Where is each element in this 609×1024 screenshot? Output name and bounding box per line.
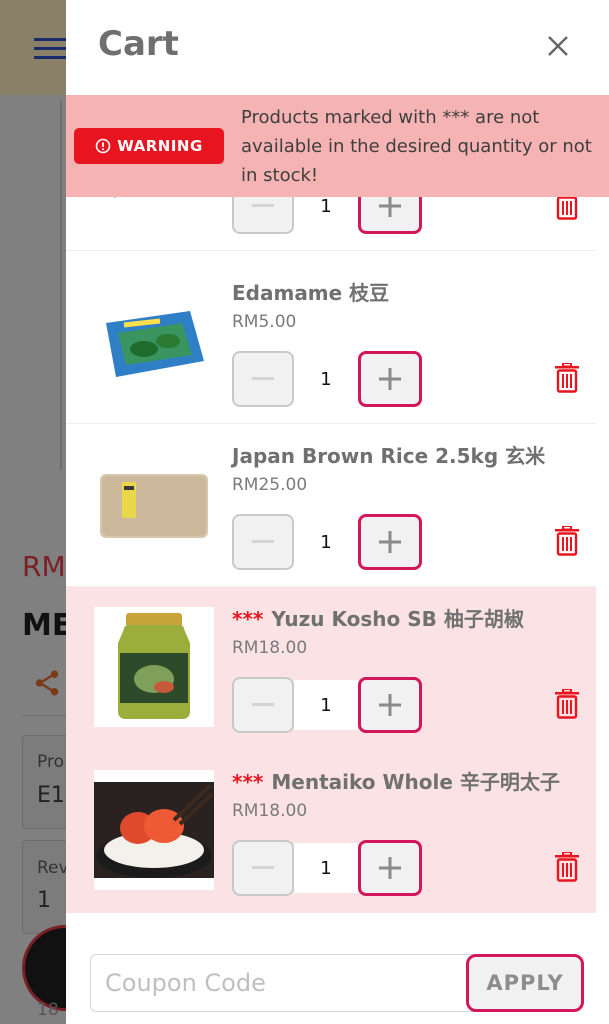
trash-icon[interactable] — [554, 852, 580, 882]
product-price: RM25.00 — [232, 475, 308, 495]
menu-icon — [34, 38, 66, 60]
quantity-stepper: 1 — [232, 840, 422, 896]
quantity-value[interactable]: 1 — [294, 843, 358, 893]
alert-circle-icon — [95, 138, 111, 154]
warning-message: Products marked with *** are not availab… — [241, 107, 592, 186]
background-label: Rev — [37, 858, 69, 878]
increase-qty-button[interactable] — [358, 840, 422, 896]
cart-item-unavailable: *** Yuzu Kosho SB 柚子胡椒 RM18.00 1 — [66, 587, 596, 750]
quantity-value[interactable]: 1 — [294, 517, 358, 567]
close-icon[interactable] — [542, 30, 574, 62]
product-name: *** Mentaiko Whole 辛子明太子 — [232, 766, 560, 795]
quantity-value[interactable]: 1 — [294, 354, 358, 404]
product-image — [94, 607, 214, 727]
background-divider — [22, 715, 72, 716]
share-icon — [35, 670, 59, 696]
background-value: 1 — [37, 888, 51, 913]
decrease-qty-button[interactable] — [232, 840, 294, 896]
quantity-value[interactable]: 1 — [294, 680, 358, 730]
warning-badge-label: WARNING — [117, 137, 203, 155]
product-name-text: Yuzu Kosho SB 柚子胡椒 — [271, 607, 524, 631]
cart-item-unavailable: *** Mentaiko Whole 辛子明太子 RM18.00 1 — [66, 750, 596, 913]
coupon-form: APPLY — [90, 954, 586, 1012]
minus-icon — [252, 703, 274, 706]
background-label: Pro — [37, 752, 64, 772]
quantity-stepper: 1 — [232, 351, 422, 407]
quantity-stepper: 1 — [232, 677, 422, 733]
increase-qty-button[interactable] — [358, 677, 422, 733]
plus-icon — [379, 694, 401, 716]
cart-title: Cart — [98, 24, 179, 64]
cart-header: Cart — [66, 0, 609, 95]
background-price: RM — [22, 550, 66, 583]
product-price: RM18.00 — [232, 638, 308, 658]
increase-qty-button[interactable] — [358, 514, 422, 570]
product-price: RM18.00 — [232, 801, 308, 821]
trash-icon[interactable] — [554, 363, 580, 393]
minus-icon — [252, 866, 274, 869]
product-name: *** Yuzu Kosho SB 柚子胡椒 — [232, 603, 524, 632]
minus-icon — [252, 204, 274, 207]
unavailable-marker: *** — [232, 607, 264, 631]
background-value: E1 — [37, 783, 65, 808]
product-name-text: Mentaiko Whole 辛子明太子 — [271, 770, 560, 794]
trash-icon[interactable] — [554, 526, 580, 556]
background-product-title: ME — [22, 608, 73, 643]
background-text: 18 — [37, 1000, 59, 1020]
cart-item: Edamame 枝豆 RM5.00 1 — [66, 261, 596, 424]
plus-icon — [379, 857, 401, 879]
minus-icon — [252, 377, 274, 380]
plus-icon — [379, 531, 401, 553]
cart-item: Japan Brown Rice 2.5kg 玄米 RM25.00 1 — [66, 424, 596, 587]
cart-drawer: Cart WARNING Products marked with *** ar… — [66, 0, 609, 1024]
decrease-qty-button[interactable] — [232, 677, 294, 733]
minus-icon — [252, 540, 274, 543]
warning-banner: WARNING Products marked with *** are not… — [66, 95, 609, 197]
product-price: RM5.00 — [232, 312, 297, 332]
quantity-stepper: 1 — [232, 514, 422, 570]
apply-coupon-button[interactable]: APPLY — [466, 954, 584, 1012]
product-image — [94, 770, 214, 890]
plus-icon — [379, 195, 401, 217]
plus-icon — [379, 368, 401, 390]
unavailable-marker: *** — [232, 770, 264, 794]
product-image — [94, 281, 214, 401]
coupon-code-input[interactable] — [90, 954, 480, 1012]
decrease-qty-button[interactable] — [232, 351, 294, 407]
decrease-qty-button[interactable] — [232, 514, 294, 570]
increase-qty-button[interactable] — [358, 351, 422, 407]
product-name: Japan Brown Rice 2.5kg 玄米 — [232, 444, 546, 468]
warning-badge: WARNING — [74, 128, 224, 164]
trash-icon[interactable] — [554, 689, 580, 719]
product-name: Edamame 枝豆 — [232, 281, 390, 305]
product-image — [94, 444, 214, 564]
